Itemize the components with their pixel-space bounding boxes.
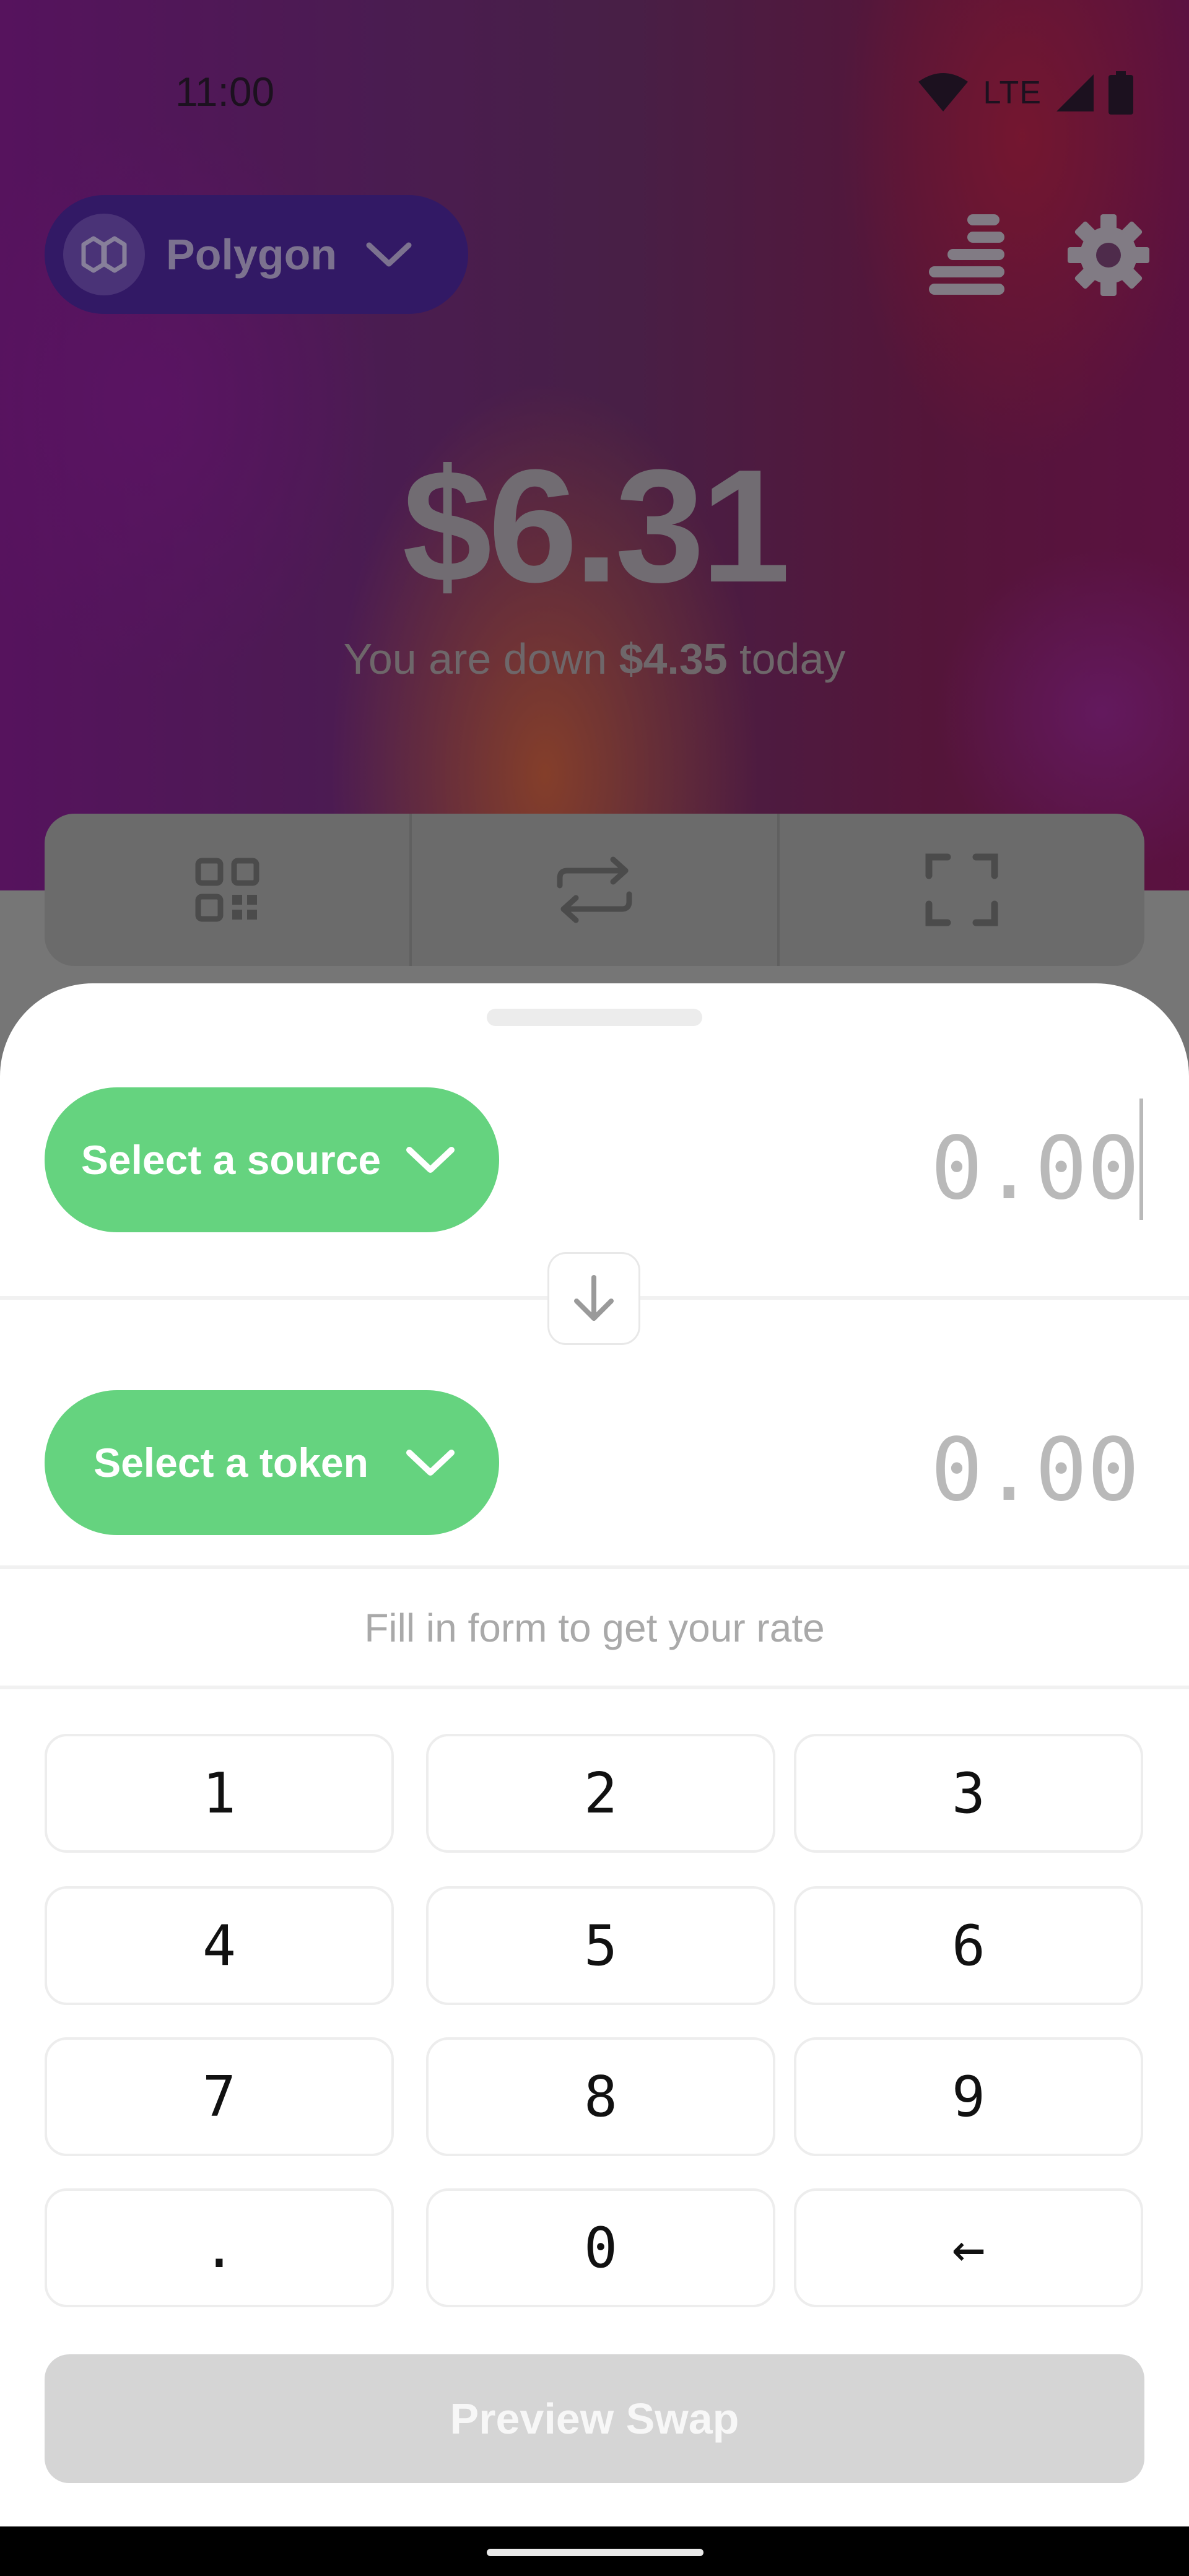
preview-swap-button[interactable]: Preview Swap	[45, 2354, 1144, 2483]
select-source-label: Select a source	[81, 1137, 381, 1183]
keypad-key-1[interactable]: 1	[45, 1734, 394, 1853]
text-cursor	[1139, 1099, 1143, 1220]
keypad-key-7[interactable]: 7	[45, 2037, 394, 2156]
keypad-key-5[interactable]: 5	[426, 1886, 775, 2005]
keypad-backspace-button[interactable]: ←	[794, 2188, 1143, 2307]
keypad-key-9[interactable]: 9	[794, 2037, 1143, 2156]
rate-divider-top	[0, 1565, 1189, 1569]
select-source-button[interactable]: Select a source	[45, 1087, 499, 1232]
token-amount-output: 0.00	[930, 1420, 1139, 1521]
source-amount-input[interactable]: 0.00	[931, 1126, 1139, 1212]
arrow-down-icon	[574, 1275, 614, 1321]
keypad-key-2[interactable]: 2	[426, 1734, 775, 1853]
home-gesture-handle[interactable]	[487, 2549, 703, 2556]
chevron-down-icon	[396, 1447, 464, 1479]
swap-direction-button[interactable]	[547, 1252, 640, 1345]
keypad-key-decimal[interactable]: .	[45, 2188, 394, 2307]
chevron-down-icon	[396, 1144, 464, 1176]
keypad-key-3[interactable]: 3	[794, 1734, 1143, 1853]
keypad-key-4[interactable]: 4	[45, 1886, 394, 2005]
rate-hint: Fill in form to get your rate	[364, 1606, 825, 1650]
rate-divider-bottom	[0, 1686, 1189, 1689]
keypad-key-6[interactable]: 6	[794, 1886, 1143, 2005]
select-token-label: Select a token	[94, 1440, 368, 1486]
sheet-drag-handle[interactable]	[487, 1009, 702, 1026]
keypad-key-8[interactable]: 8	[426, 2037, 775, 2156]
select-token-button[interactable]: Select a token	[45, 1390, 499, 1535]
keypad-key-0[interactable]: 0	[426, 2188, 775, 2307]
